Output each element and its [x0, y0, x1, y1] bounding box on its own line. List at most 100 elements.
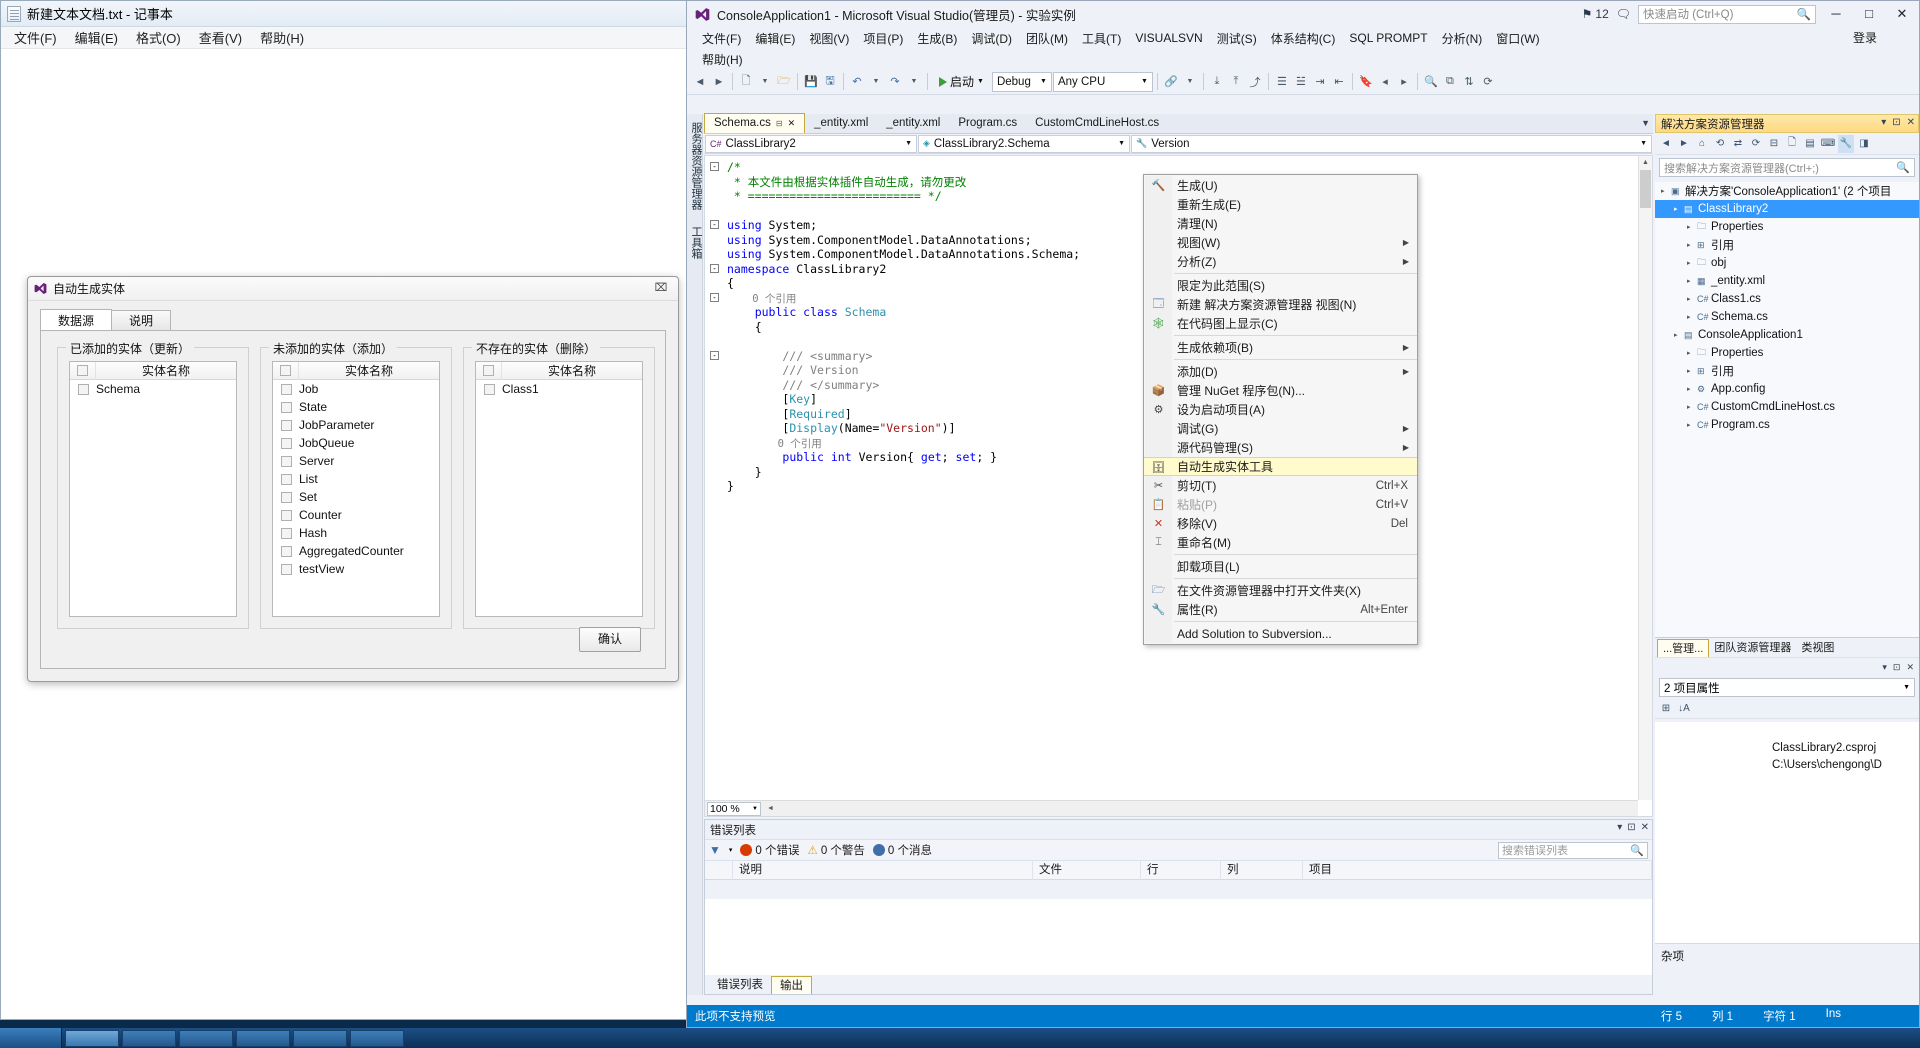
- nav-type-combo[interactable]: ◈ ClassLibrary2.Schema ▼: [918, 134, 1130, 153]
- property-row[interactable]: ClassLibrary2.csproj: [1655, 739, 1919, 756]
- expander-icon[interactable]: ▸: [1661, 187, 1671, 195]
- view-designer-icon[interactable]: ▤: [1802, 135, 1818, 153]
- row-checkbox[interactable]: [273, 437, 299, 449]
- chevron-down-icon[interactable]: ▼: [1181, 72, 1199, 92]
- property-row[interactable]: [1655, 722, 1919, 739]
- fold-toggle-icon[interactable]: -: [710, 162, 719, 171]
- properties-toolbar[interactable]: ⊞ ↓A: [1655, 699, 1919, 719]
- taskbar-item[interactable]: [122, 1029, 176, 1047]
- vs-menu-help[interactable]: 帮助(H): [695, 50, 750, 69]
- error-list-columns[interactable]: 说明 文件 行 列 项目: [705, 860, 1652, 880]
- editor-navigation-bar[interactable]: C# ClassLibrary2 ▼ ◈ ClassLibrary2.Schem…: [704, 134, 1653, 154]
- document-tabstrip[interactable]: Schema.cs ⊟ ✕ _entity.xml _entity.xml Pr…: [704, 113, 1653, 134]
- pin-icon[interactable]: ⊡: [1627, 822, 1635, 833]
- vs-titlebar[interactable]: ConsoleApplication1 - Microsoft Visual S…: [687, 1, 1919, 27]
- toolbox-tab[interactable]: 工具箱: [687, 218, 705, 267]
- vs-menu-team[interactable]: 团队(M): [1019, 29, 1075, 48]
- chevron-down-icon[interactable]: ▾: [729, 846, 733, 854]
- properties-icon[interactable]: 🔧: [1838, 134, 1854, 153]
- row-checkbox[interactable]: [476, 383, 502, 395]
- refresh-icon[interactable]: ⟳: [1748, 135, 1764, 153]
- select-all-checkbox-nonexistent[interactable]: [476, 362, 502, 380]
- taskbar-item[interactable]: [65, 1029, 119, 1047]
- confirm-button[interactable]: 确认: [579, 627, 641, 652]
- close-icon[interactable]: ✕: [788, 114, 796, 133]
- chevron-down-icon[interactable]: ▾: [1882, 662, 1887, 673]
- row-checkbox[interactable]: [273, 419, 299, 431]
- save-icon[interactable]: 💾: [802, 72, 820, 92]
- taskbar-item[interactable]: [236, 1029, 290, 1047]
- tree-item[interactable]: ▸ C# Schema.cs: [1655, 308, 1919, 326]
- scroll-up-icon[interactable]: ▲: [1639, 156, 1652, 169]
- pin-icon[interactable]: ⊡: [1893, 662, 1901, 673]
- row-checkbox[interactable]: [273, 491, 299, 503]
- vs-menu-test[interactable]: 测试(S): [1210, 29, 1264, 48]
- build-config-combo[interactable]: Debug ▼: [991, 71, 1052, 92]
- tree-item[interactable]: ▸ ▤ ClassLibrary2: [1655, 200, 1919, 218]
- tree-item[interactable]: ▸ ⊞ 引用: [1655, 236, 1919, 254]
- chevron-down-icon[interactable]: ▼: [867, 72, 885, 92]
- step-over-icon[interactable]: ⤒: [1227, 72, 1245, 92]
- list-item[interactable]: Schema: [70, 380, 236, 398]
- dialog-titlebar[interactable]: 自动生成实体 ⌧: [28, 277, 678, 301]
- context-menu-item[interactable]: ⌶ 重命名(M): [1144, 533, 1417, 552]
- context-menu-item[interactable]: Add Solution to Subversion...: [1144, 624, 1417, 643]
- tab-description[interactable]: 说明: [111, 310, 172, 331]
- tree-item[interactable]: ▸ ⊞ 引用: [1655, 362, 1919, 380]
- comment-icon[interactable]: ☰: [1273, 72, 1291, 92]
- sync-views-icon[interactable]: ⇅: [1460, 72, 1478, 92]
- vs-menu-file[interactable]: 文件(F): [695, 29, 748, 48]
- error-count[interactable]: 0 个错误: [740, 842, 800, 858]
- list-item[interactable]: Class1: [476, 380, 642, 398]
- scroll-thumb[interactable]: [1640, 170, 1651, 208]
- context-menu-item[interactable]: 🗔 新建 解决方案资源管理器 视图(N): [1144, 295, 1417, 314]
- notification-badge[interactable]: ⚑ 12: [1582, 7, 1609, 21]
- notepad-menu-view[interactable]: 查看(V): [190, 26, 251, 49]
- context-menu-item[interactable]: 🗄 自动生成实体工具: [1144, 457, 1417, 476]
- row-checkbox[interactable]: [273, 545, 299, 557]
- properties-grid[interactable]: ClassLibrary2.csproj C:\Users\chengong\D: [1655, 722, 1919, 943]
- listview-unadded[interactable]: 实体名称 Job State JobParameter JobQueue Ser…: [272, 361, 440, 617]
- row-checkbox[interactable]: [273, 455, 299, 467]
- row-checkbox[interactable]: [273, 473, 299, 485]
- taskbar-item[interactable]: [350, 1029, 404, 1047]
- home-icon[interactable]: ⌂: [1694, 135, 1710, 153]
- navigate-back-icon[interactable]: ◄: [691, 72, 709, 92]
- expander-icon[interactable]: ▸: [1674, 205, 1684, 213]
- notepad-menu-file[interactable]: 文件(F): [5, 26, 66, 49]
- vs-toolbar[interactable]: ◄ ► 🗋 ▼ 🗁 💾 🖫 ↶ ▼ ↷ ▼ 启动 ▼ Debug ▼ Any C…: [687, 69, 1919, 95]
- pin-icon[interactable]: ⊡: [1892, 117, 1900, 128]
- list-item[interactable]: Job: [273, 380, 439, 398]
- list-item[interactable]: Counter: [273, 506, 439, 524]
- notepad-menu-format[interactable]: 格式(O): [127, 26, 190, 49]
- show-all-files-icon[interactable]: 🗋: [1784, 135, 1800, 153]
- col-file[interactable]: 文件: [1033, 860, 1141, 880]
- error-list-toolbar[interactable]: ▼ ▾ 0 个错误 ⚠ 0 个警告 0 个消息 搜索错误列表 🔍: [705, 839, 1652, 861]
- alphabetical-icon[interactable]: ↓A: [1676, 700, 1692, 718]
- uncomment-icon[interactable]: ☱: [1292, 72, 1310, 92]
- attach-process-icon[interactable]: 🔗: [1162, 72, 1180, 92]
- context-menu-item[interactable]: 卸载项目(L): [1144, 557, 1417, 576]
- tab-output[interactable]: 输出: [771, 976, 812, 994]
- start-debug-button[interactable]: 启动 ▼: [932, 72, 991, 92]
- context-menu-item[interactable]: 添加(D) ▶: [1144, 362, 1417, 381]
- fold-toggle-icon[interactable]: -: [710, 263, 719, 273]
- chevron-down-icon[interactable]: ▼: [1641, 118, 1650, 128]
- column-header-entity-name[interactable]: 实体名称: [502, 362, 642, 379]
- replace-icon[interactable]: ⧉: [1441, 72, 1459, 92]
- editor-horizontal-scrollbar[interactable]: 100 % ▼ ◄: [705, 800, 1638, 816]
- solution-explorer-toolbar[interactable]: ◄ ► ⌂ ⟲ ⇄ ⟳ ⊟ 🗋 ▤ ⌨ 🔧 ◨: [1655, 133, 1919, 155]
- chevron-down-icon[interactable]: ▼: [756, 72, 774, 92]
- new-project-icon[interactable]: 🗋: [737, 72, 755, 92]
- context-menu-item[interactable]: ✕ 移除(V) Del: [1144, 514, 1417, 533]
- refresh-icon[interactable]: ⟳: [1479, 72, 1497, 92]
- error-list-grid[interactable]: [705, 899, 1652, 975]
- dialog-tabstrip[interactable]: 数据源 说明: [40, 309, 666, 331]
- indent-icon[interactable]: ⇥: [1311, 72, 1329, 92]
- close-icon[interactable]: ✕: [1906, 662, 1914, 673]
- pin-icon[interactable]: ⊟: [776, 114, 783, 133]
- outdent-icon[interactable]: ⇤: [1330, 72, 1348, 92]
- bookmark-next-icon[interactable]: ▸: [1395, 72, 1413, 92]
- listview-added[interactable]: 实体名称 Schema: [69, 361, 237, 617]
- expander-icon[interactable]: ▸: [1687, 277, 1697, 285]
